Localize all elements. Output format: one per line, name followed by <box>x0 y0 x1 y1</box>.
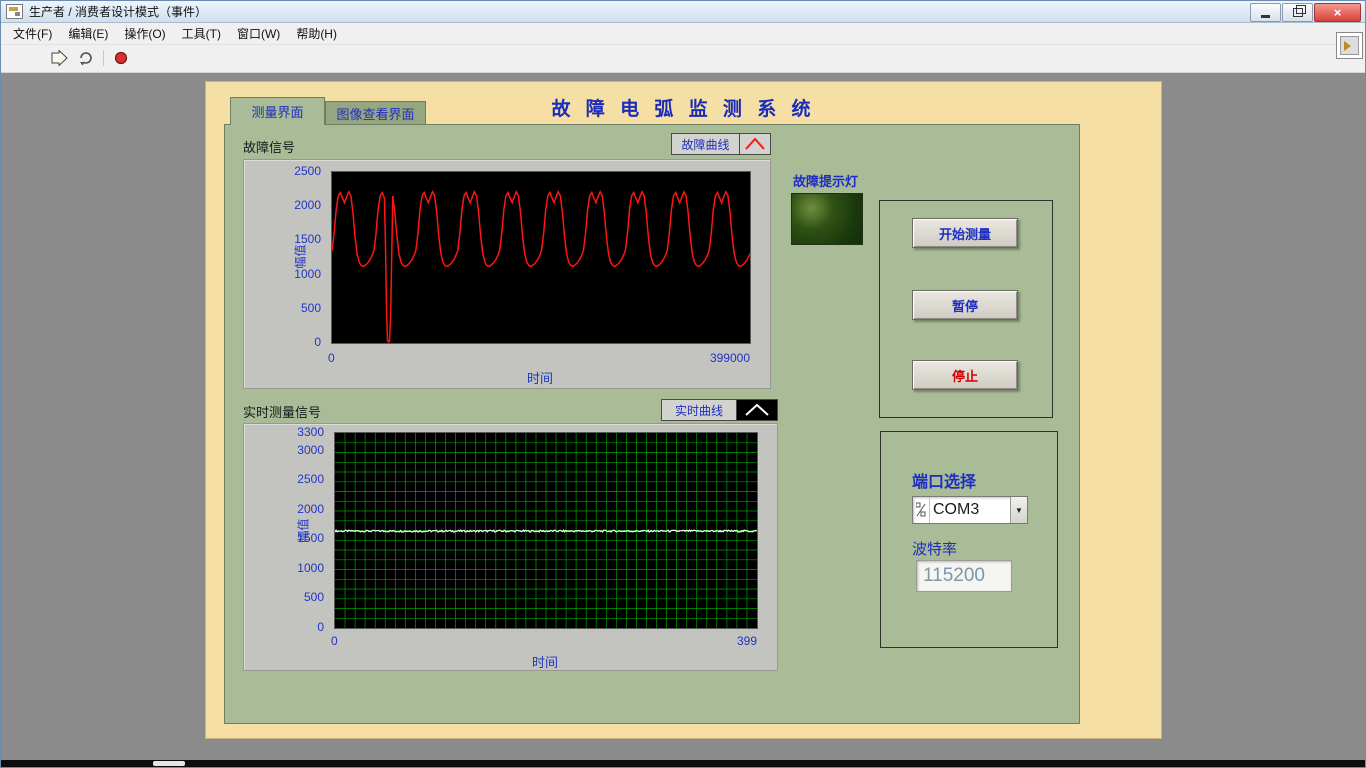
plot-area <box>331 171 751 344</box>
y-axis-ticks: 0500100015002000250030003300 <box>262 432 329 627</box>
y-tick-label: 2500 <box>257 164 321 178</box>
close-button[interactable]: × <box>1314 3 1361 22</box>
y-tick-label: 1000 <box>257 561 324 575</box>
x-tick-max: 399000 <box>710 351 750 365</box>
baud-rate-field[interactable]: 115200 <box>916 560 1012 592</box>
titlebar: 生产者 / 消费者设计模式（事件） × <box>1 1 1365 23</box>
y-tick-label: 0 <box>257 620 324 634</box>
restore-icon <box>1293 8 1303 17</box>
io-icon <box>913 497 930 523</box>
minimize-icon <box>1261 15 1270 18</box>
y-tick-label: 2000 <box>257 502 324 516</box>
com-port-combobox[interactable]: COM3 ▼ <box>912 496 1028 524</box>
y-tick-label: 500 <box>257 301 321 315</box>
legend-line-sample-icon <box>739 134 770 154</box>
menu-item-edit[interactable]: 编辑(E) <box>60 22 116 45</box>
fault-indicator-led <box>791 193 863 245</box>
y-tick-label: 2500 <box>257 472 324 486</box>
taskbar-fragment <box>1 760 1365 767</box>
tab-image-view[interactable]: 图像查看界面 <box>325 101 426 124</box>
x-axis-label: 时间 <box>334 652 756 671</box>
menu-item-help[interactable]: 帮助(H) <box>288 22 345 45</box>
menubar: 文件(F) 编辑(E) 操作(O) 工具(T) 窗口(W) 帮助(H) <box>1 23 1365 45</box>
y-tick-label: 1500 <box>257 531 324 545</box>
fault-light-label: 故障提示灯 <box>793 171 858 190</box>
y-tick-label: 0 <box>257 335 321 349</box>
legend-label: 故障曲线 <box>672 134 739 154</box>
dropdown-arrow-icon[interactable]: ▼ <box>1010 497 1027 523</box>
toolbar <box>1 45 1365 73</box>
menu-item-file[interactable]: 文件(F) <box>5 22 60 45</box>
start-measure-button[interactable]: 开始测量 <box>912 218 1018 248</box>
app-window: 生产者 / 消费者设计模式（事件） × 文件(F) 编辑(E) 操作(O) 工具… <box>0 0 1366 768</box>
fault-signal-chart: 幅值 05001000150020002500 0 399000 时间 <box>243 159 771 389</box>
x-tick-min: 0 <box>331 634 338 648</box>
com-port-value: COM3 <box>930 497 1010 523</box>
y-tick-label: 1500 <box>257 232 321 246</box>
y-tick-label: 1000 <box>257 267 321 281</box>
control-panel: 开始测量 暂停 停止 <box>879 200 1053 418</box>
x-axis-label: 时间 <box>331 368 749 387</box>
y-tick-label: 500 <box>257 590 324 604</box>
taskbar-item <box>153 761 185 766</box>
y-tick-label: 2000 <box>257 198 321 212</box>
minimize-button[interactable] <box>1250 3 1281 22</box>
abort-icon[interactable] <box>111 49 131 67</box>
window-title: 生产者 / 消费者设计模式（事件） <box>29 3 207 20</box>
close-icon: × <box>1334 6 1342 19</box>
front-panel: 故 障 电 弧 监 测 系 统 测量界面 图像查看界面 故障信号 故障曲线 幅值… <box>1 73 1365 767</box>
app-icon <box>6 4 23 19</box>
toolbar-separator <box>103 50 104 66</box>
measure-page: 故障信号 故障曲线 幅值 05001000150020002500 0 3990… <box>224 124 1080 724</box>
fault-chart-title: 故障信号 <box>243 137 295 156</box>
menu-item-tools[interactable]: 工具(T) <box>174 22 229 45</box>
y-tick-label: 3300 <box>257 425 324 439</box>
x-tick-min: 0 <box>328 351 335 365</box>
tab-measure[interactable]: 测量界面 <box>230 97 325 125</box>
pause-button[interactable]: 暂停 <box>912 290 1018 320</box>
port-select-label: 端口选择 <box>912 468 976 492</box>
y-tick-label: 3000 <box>257 443 324 457</box>
legend-label: 实时曲线 <box>662 400 736 420</box>
baud-rate-label: 波特率 <box>912 538 957 559</box>
realtime-curve-legend[interactable]: 实时曲线 <box>661 399 778 421</box>
run-icon[interactable] <box>49 49 69 67</box>
fault-curve-legend[interactable]: 故障曲线 <box>671 133 771 155</box>
stop-button[interactable]: 停止 <box>912 360 1018 390</box>
window-controls: × <box>1250 3 1361 22</box>
menu-item-window[interactable]: 窗口(W) <box>229 22 288 45</box>
vi-connector-icon <box>1336 32 1363 59</box>
x-tick-max: 399 <box>737 634 757 648</box>
restore-button[interactable] <box>1282 3 1313 22</box>
legend-line-sample-icon <box>736 400 777 420</box>
port-panel: 端口选择 COM3 ▼ 波特率 115200 <box>880 431 1058 648</box>
continuous-run-icon[interactable] <box>76 49 96 67</box>
menu-item-operate[interactable]: 操作(O) <box>116 22 173 45</box>
main-panel: 故 障 电 弧 监 测 系 统 测量界面 图像查看界面 故障信号 故障曲线 幅值… <box>205 81 1162 739</box>
realtime-signal-chart: 幅值 0500100015002000250030003300 0 399 时间 <box>243 423 778 671</box>
realtime-chart-title: 实时测量信号 <box>243 402 321 421</box>
y-axis-ticks: 05001000150020002500 <box>262 171 326 342</box>
plot-area <box>334 432 758 629</box>
